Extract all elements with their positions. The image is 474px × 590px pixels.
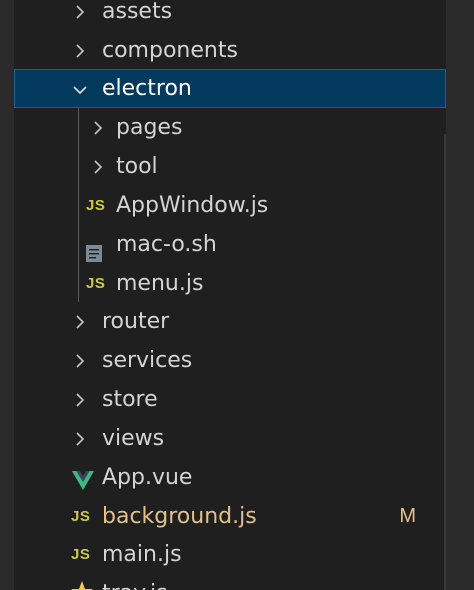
tree-folder-assets[interactable]: assets xyxy=(14,0,446,31)
tree-folder-pages[interactable]: pages xyxy=(14,108,446,147)
tree-item-label: tray.js xyxy=(102,574,168,590)
tree-item-label: pages xyxy=(116,115,183,140)
chevron-right-icon xyxy=(90,108,106,147)
tree-file-background-js[interactable]: JS background.js M xyxy=(14,497,446,536)
shell-file-icon xyxy=(86,236,102,262)
tree-folder-views[interactable]: views xyxy=(14,419,446,458)
js-icon: JS xyxy=(86,197,106,214)
vue-icon xyxy=(72,465,94,490)
tree-item-label: App.vue xyxy=(102,465,193,490)
tree-item-label: views xyxy=(102,426,165,451)
tree-file-mac-o-sh[interactable]: mac-o.sh xyxy=(14,225,446,264)
tree-file-app-vue[interactable]: App.vue xyxy=(14,458,446,497)
chevron-right-icon xyxy=(72,31,88,70)
chevron-right-icon xyxy=(72,302,88,341)
chevron-right-icon xyxy=(90,147,106,186)
tree-folder-components[interactable]: components xyxy=(14,31,446,70)
tree-item-label: background.js xyxy=(102,504,257,529)
tree-item-label: assets xyxy=(102,0,173,24)
chevron-right-icon xyxy=(72,380,88,419)
tree-folder-tool[interactable]: tool xyxy=(14,147,446,186)
tree-item-label: electron xyxy=(102,76,192,101)
file-explorer: assets components electron pages tool JS… xyxy=(14,0,446,590)
chevron-right-icon xyxy=(72,419,88,458)
tree-file-tray-js[interactable]: tray.js xyxy=(14,574,446,590)
tree-item-label: mac-o.sh xyxy=(116,232,217,257)
tree-item-label: components xyxy=(102,38,238,63)
chevron-down-icon xyxy=(72,70,88,109)
tree-file-menu-js[interactable]: JS menu.js xyxy=(14,264,446,303)
tree-item-label: tool xyxy=(116,154,158,179)
chevron-right-icon xyxy=(72,0,88,31)
tree-item-label: store xyxy=(102,387,158,412)
tree-item-label: router xyxy=(102,309,170,334)
js-icon: JS xyxy=(71,508,91,525)
tree-item-label: main.js xyxy=(102,542,182,567)
star-icon xyxy=(70,578,94,590)
tree-item-label: AppWindow.js xyxy=(116,193,269,218)
tree-item-label: services xyxy=(102,348,193,373)
tree-folder-electron[interactable]: electron xyxy=(14,69,446,108)
tree-folder-router[interactable]: router xyxy=(14,302,446,341)
window-edge xyxy=(446,0,474,590)
chevron-right-icon xyxy=(72,341,88,380)
js-icon: JS xyxy=(86,275,106,292)
scrollbar[interactable] xyxy=(444,134,446,590)
tree-folder-services[interactable]: services xyxy=(14,341,446,380)
tree-file-main-js[interactable]: JS main.js xyxy=(14,535,446,574)
tree-item-label: menu.js xyxy=(116,271,204,296)
tree-folder-store[interactable]: store xyxy=(14,380,446,419)
tree-file-appwindow-js[interactable]: JS AppWindow.js xyxy=(14,186,446,225)
js-icon: JS xyxy=(71,546,91,563)
git-modified-badge: M xyxy=(399,505,416,527)
